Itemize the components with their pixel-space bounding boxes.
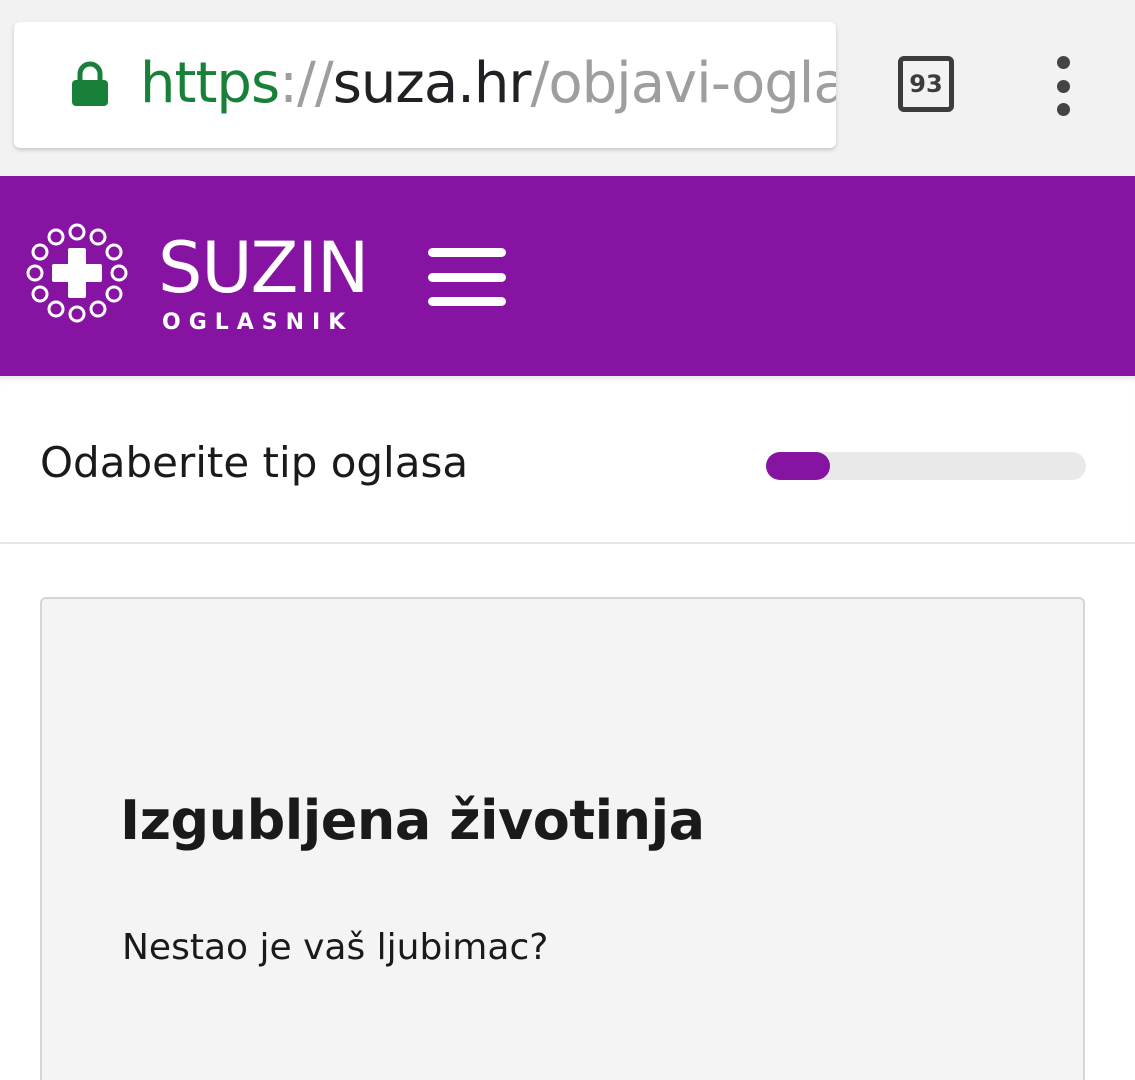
- card-description: Nestao je vaš ljubimac?: [122, 927, 549, 968]
- step-header: Odaberite tip oglasa: [0, 376, 1135, 544]
- step-title: Odaberite tip oglasa: [40, 438, 469, 487]
- progress-bar: [766, 452, 1086, 480]
- tab-switcher-button[interactable]: 93: [898, 56, 954, 112]
- browser-chrome: https://suza.hr/objavi-ogla 93: [0, 0, 1135, 176]
- lock-icon[interactable]: [70, 60, 110, 108]
- hamburger-icon[interactable]: [428, 248, 506, 306]
- url-text[interactable]: https://suza.hr/objavi-ogla: [140, 52, 836, 116]
- cross-logo-icon[interactable]: [22, 218, 132, 328]
- url-separator: ://: [279, 51, 334, 116]
- url-path: /objavi-ogla: [530, 51, 836, 116]
- url-host: suza.hr: [332, 51, 532, 116]
- more-vert-icon[interactable]: [1046, 56, 1080, 116]
- address-bar[interactable]: https://suza.hr/objavi-ogla: [14, 22, 836, 148]
- hamburger-line: [428, 248, 506, 257]
- card-title: Izgubljena životinja: [120, 789, 705, 852]
- menu-dot: [1056, 56, 1070, 69]
- hamburger-line: [428, 297, 506, 306]
- menu-dot: [1056, 103, 1070, 116]
- brand-name[interactable]: SUZIN: [158, 228, 369, 308]
- tab-count: 93: [909, 70, 943, 98]
- ad-type-card-lost-animal[interactable]: Izgubljena životinja Nestao je vaš ljubi…: [40, 597, 1085, 1080]
- brand-subtitle: OGLASNIK: [162, 310, 354, 335]
- url-scheme: https: [140, 51, 280, 116]
- menu-dot: [1056, 79, 1070, 93]
- progress-fill: [766, 452, 830, 480]
- hamburger-line: [428, 272, 506, 282]
